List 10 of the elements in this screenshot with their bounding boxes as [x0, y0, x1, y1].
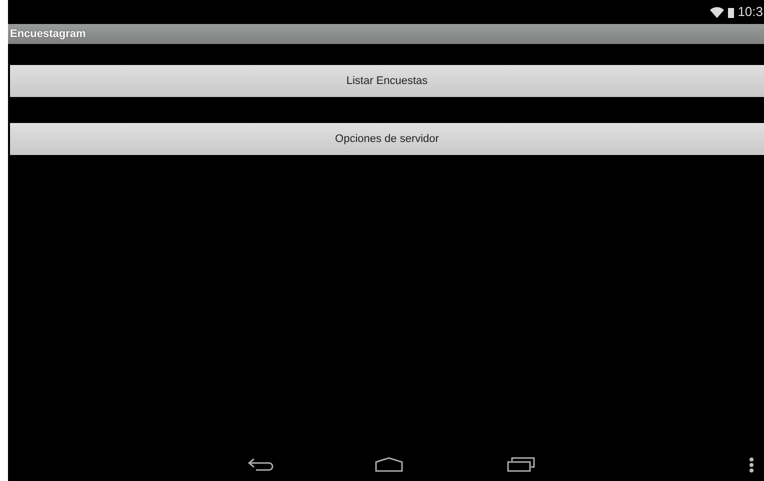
battery-icon [728, 6, 734, 18]
home-icon[interactable] [375, 457, 403, 472]
app-title: Encuestagram [10, 26, 86, 42]
menu-button[interactable]: Opciones de servidor [10, 123, 764, 155]
menu-button[interactable]: Listar Encuestas [10, 65, 764, 97]
wifi-icon [710, 6, 724, 18]
overflow-menu-icon[interactable] [749, 457, 754, 473]
recent-apps-icon[interactable] [507, 457, 535, 472]
back-icon[interactable] [248, 457, 274, 471]
clock: 10:3 [738, 3, 763, 22]
